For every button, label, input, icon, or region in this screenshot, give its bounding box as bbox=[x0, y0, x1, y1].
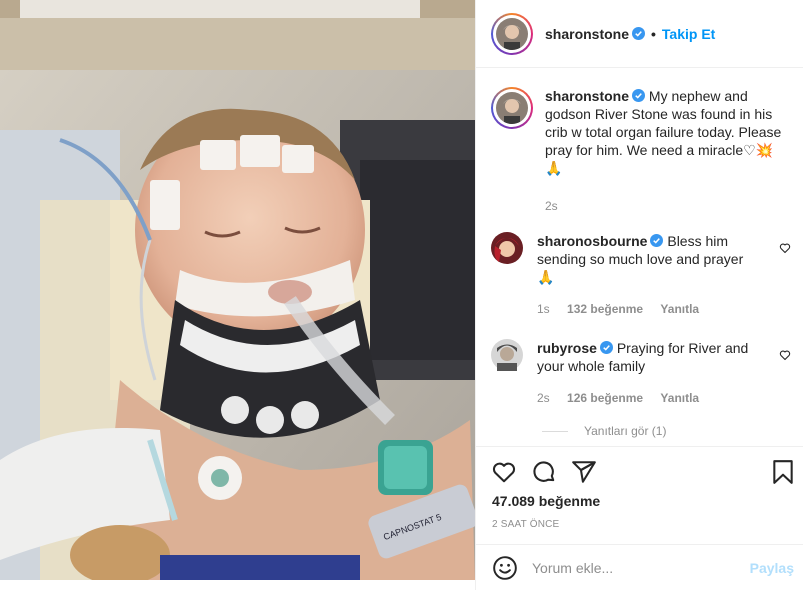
comment-avatar[interactable] bbox=[491, 232, 523, 318]
share-icon[interactable] bbox=[571, 459, 597, 485]
view-replies-label[interactable]: Yanıtları gör (1) bbox=[584, 424, 666, 438]
bookmark-icon[interactable] bbox=[770, 459, 796, 485]
caption-time[interactable]: 2s bbox=[545, 199, 558, 213]
post-button[interactable]: Paylaş bbox=[750, 560, 794, 576]
comment-time[interactable]: 2s bbox=[537, 391, 550, 405]
emoji-icon[interactable] bbox=[492, 555, 518, 581]
header-username[interactable]: sharonstone bbox=[545, 26, 629, 42]
comment-item: sharonosbourne Bless him sending so much… bbox=[491, 232, 791, 318]
verified-icon bbox=[599, 341, 613, 354]
post-actions: 47.089 beğenme 2 SAAT ÖNCE bbox=[476, 446, 803, 544]
like-comment-heart-icon[interactable] bbox=[779, 349, 791, 361]
comment-form: Paylaş bbox=[476, 544, 803, 590]
comment-likes[interactable]: 126 beğenme bbox=[567, 391, 643, 405]
comment-icon[interactable] bbox=[531, 459, 557, 485]
heart-icon[interactable] bbox=[491, 459, 517, 485]
replies-divider bbox=[542, 430, 568, 432]
caption-username[interactable]: sharonstone bbox=[545, 88, 629, 104]
like-comment-heart-icon[interactable] bbox=[779, 242, 791, 254]
reply-button[interactable]: Yanıtla bbox=[660, 391, 699, 405]
comment-username[interactable]: sharonosbourne bbox=[537, 233, 647, 249]
reply-button[interactable]: Yanıtla bbox=[660, 302, 699, 316]
post-header: sharonstone • Takip Et bbox=[476, 0, 803, 68]
separator-dot: • bbox=[651, 25, 656, 42]
post-photo[interactable]: CAPNOSTAT 5 bbox=[0, 0, 475, 580]
verified-icon bbox=[650, 234, 664, 247]
verified-icon bbox=[632, 27, 646, 40]
comment-avatar[interactable] bbox=[491, 339, 523, 407]
avatar[interactable] bbox=[491, 12, 533, 55]
comment-input[interactable] bbox=[532, 559, 742, 576]
comment-time[interactable]: 1s bbox=[537, 302, 550, 316]
caption: sharonstone My nephew and godson River S… bbox=[491, 87, 791, 215]
comments-list[interactable]: sharonstone My nephew and godson River S… bbox=[476, 69, 803, 446]
view-replies[interactable]: Yanıtları gör (1) bbox=[542, 424, 666, 438]
follow-button[interactable]: Takip Et bbox=[662, 26, 715, 42]
comment-likes[interactable]: 132 beğenme bbox=[567, 302, 643, 316]
comment-item: rubyrose Praying for River and your whol… bbox=[491, 339, 791, 407]
comment-username[interactable]: rubyrose bbox=[537, 340, 597, 356]
page-background bbox=[0, 580, 475, 590]
post-time[interactable]: 2 SAAT ÖNCE bbox=[492, 519, 559, 530]
caption-avatar[interactable] bbox=[491, 87, 533, 129]
post-detail-panel: sharonstone • Takip Et sharonstone My ne… bbox=[475, 0, 803, 590]
verified-icon bbox=[632, 89, 646, 102]
likes-count[interactable]: 47.089 beğenme bbox=[492, 493, 600, 509]
